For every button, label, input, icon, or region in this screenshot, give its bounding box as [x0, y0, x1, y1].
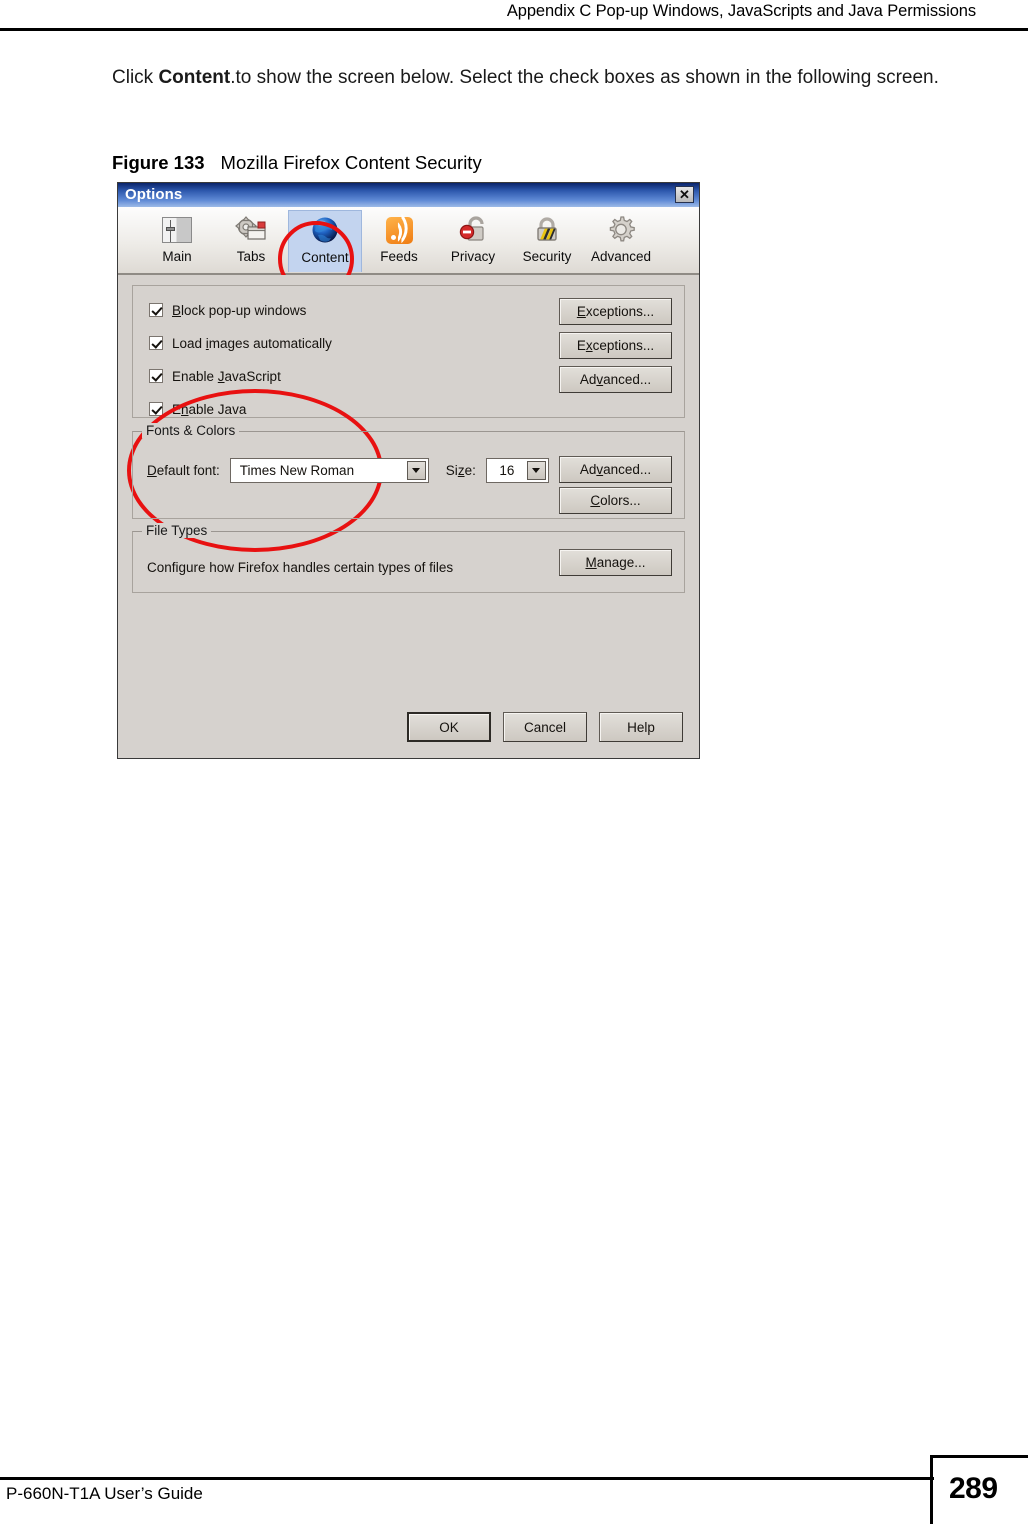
figure-caption: Figure 133 Mozilla Firefox Content Securi… [112, 152, 482, 174]
page-header: Appendix C Pop-up Windows, JavaScripts a… [0, 0, 1028, 31]
cancel-button[interactable]: Cancel [503, 712, 587, 742]
fonts-colors-group: Fonts & Colors Default font: Times New R… [132, 423, 685, 519]
tab-content-label: Content [301, 250, 349, 265]
default-font-value: Times New Roman [239, 463, 355, 478]
rss-icon [382, 213, 416, 247]
checkbox-load-images[interactable] [149, 336, 163, 350]
checkbox-row-load-images[interactable]: Load images automatically [149, 334, 332, 352]
tab-tabs[interactable]: Tabs [214, 210, 288, 272]
sliders-icon [160, 213, 194, 247]
javascript-advanced-button[interactable]: Ad v anced... [559, 366, 672, 393]
dialog-titlebar: Options ✕ [118, 183, 699, 207]
tab-main-label: Main [162, 249, 192, 264]
dialog-title: Options [125, 186, 183, 203]
default-font-row: Default font: Times New Roman Size: 16 [147, 458, 549, 483]
font-size-select[interactable]: 16 [485, 458, 549, 483]
tab-advanced-label: Advanced [590, 249, 652, 264]
chevron-down-icon[interactable] [406, 461, 426, 480]
font-size-value: 16 [499, 463, 515, 478]
manage-file-types-button[interactable]: Manage... [559, 549, 672, 576]
ok-button[interactable]: OK [407, 712, 491, 742]
tab-tabs-label: Tabs [236, 249, 266, 264]
globe-icon [308, 214, 342, 248]
tab-security[interactable]: Security [510, 210, 584, 272]
tab-privacy-label: Privacy [450, 249, 496, 264]
figure-image-options-dialog: Options ✕ Main Tabs Content Feeds Privac… [117, 182, 700, 759]
dialog-toolbar: Main Tabs Content Feeds Privacy Security… [118, 207, 699, 297]
help-button[interactable]: Help [599, 712, 683, 742]
content-options-group: Block pop-up windows Load images automat… [127, 285, 685, 552]
file-types-group-title: File Types [142, 523, 212, 538]
footer-divider [0, 1477, 934, 1480]
chevron-down-icon[interactable] [526, 461, 546, 480]
default-font-label: Default font: [147, 463, 220, 478]
figure-title: Mozilla Firefox Content Security [220, 152, 482, 173]
tab-privacy[interactable]: Privacy [436, 210, 510, 272]
checkbox-enable-javascript-label: Enable JavaScript [172, 368, 281, 384]
padlock-icon [530, 213, 564, 247]
intro-text-after: .to show the screen below. Select the ch… [230, 67, 939, 88]
intro-paragraph: Click Content.to show the screen below. … [112, 63, 982, 93]
intro-text-before: Click [112, 67, 159, 88]
popup-exceptions-button[interactable]: Exceptions... [559, 298, 672, 325]
tab-content[interactable]: Content [288, 210, 362, 272]
page-number: 289 [949, 1472, 998, 1505]
default-font-select[interactable]: Times New Roman [229, 458, 429, 483]
colors-button[interactable]: Colors... [559, 487, 672, 514]
checkbox-row-block-popups[interactable]: Block pop-up windows [149, 301, 306, 319]
dialog-footer-buttons: OK Cancel Help [407, 712, 683, 742]
fonts-advanced-button[interactable]: Ad v anced... [559, 456, 672, 483]
checkbox-load-images-label: Load images automatically [172, 335, 332, 351]
unlock-icon [456, 213, 490, 247]
checkbox-block-popups[interactable] [149, 303, 163, 317]
tab-security-label: Security [522, 249, 572, 264]
intro-bold-content: Content [158, 67, 231, 88]
close-icon[interactable]: ✕ [675, 186, 694, 203]
dialog-body: Block pop-up windows Load images automat… [118, 275, 699, 758]
footer-guide-title: P-660N-T1A User’s Guide [6, 1484, 203, 1503]
tab-advanced[interactable]: Advanced [584, 210, 658, 272]
file-types-description: Configure how Firefox handles certain ty… [147, 560, 454, 575]
checkbox-enable-javascript[interactable] [149, 369, 163, 383]
page-header-title: Appendix C Pop-up Windows, JavaScripts a… [506, 2, 976, 20]
images-exceptions-button[interactable]: Ex ceptions... [559, 332, 672, 359]
checkbox-enable-java[interactable] [149, 402, 163, 416]
checkbox-block-popups-label: Block pop-up windows [172, 302, 307, 318]
header-divider [0, 28, 1028, 31]
tab-main[interactable]: Main [140, 210, 214, 272]
font-size-label: Size: [445, 463, 476, 478]
checkbox-row-enable-java[interactable]: Enable Java [149, 400, 246, 418]
fonts-colors-group-title: Fonts & Colors [142, 423, 240, 438]
page-number-box: 289 [930, 1455, 1028, 1524]
tab-feeds-label: Feeds [380, 249, 418, 264]
checkbox-enable-java-label: Enable Java [172, 401, 247, 417]
gear-icon [604, 213, 638, 247]
tabs-icon [234, 213, 268, 247]
tab-feeds[interactable]: Feeds [362, 210, 436, 272]
checkbox-row-enable-javascript[interactable]: Enable JavaScript [149, 367, 281, 385]
figure-number: Figure 133 [112, 152, 205, 173]
file-types-group: File Types Configure how Firefox handles… [132, 523, 685, 593]
